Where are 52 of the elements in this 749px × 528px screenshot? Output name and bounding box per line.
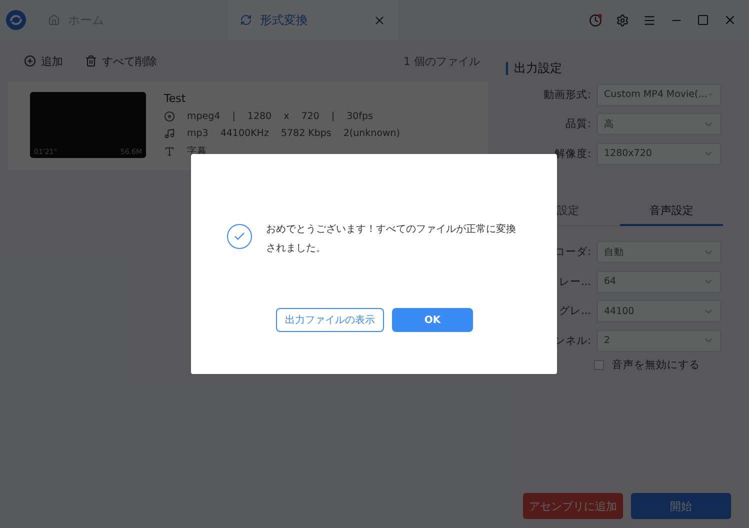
section-title: 出力設定 [514,60,562,76]
audio-info: 44100KHz [220,128,269,139]
audio-info: 5782 Kbps [280,128,332,139]
select-field[interactable]: 44100 [597,300,721,322]
select-field[interactable]: 自動 [597,241,721,264]
audio-info: 2(unknown) [343,128,400,139]
audio-info: mp3 [187,128,208,139]
ok-button[interactable]: OK [392,308,473,332]
delete-all-button[interactable]: すべて削除 [85,54,157,68]
field-label: 品質: [565,117,591,132]
music-icon [164,128,175,139]
add-button[interactable]: 追加 [24,54,63,68]
clock-icon[interactable] [589,14,602,26]
app-logo [6,10,26,30]
settings-icon[interactable] [616,14,629,26]
video-info: 1280 [247,111,272,122]
checkbox-label: 音声を無効にする [612,358,700,372]
add-to-assembly-button[interactable]: アセンブリに追加 [523,493,623,519]
video-info: 30fps [346,111,373,122]
checkbox[interactable] [594,360,604,370]
trash-icon [85,55,97,67]
dialog-message: おめでとうございます！すべてのファイルが正常に変換されました。 [266,222,517,256]
close-icon[interactable] [373,14,386,26]
field-label: レー... [558,274,591,289]
show-output-button[interactable]: 出力ファイルの表示 [276,308,384,332]
select-field[interactable]: 高 [597,113,721,136]
select-field[interactable]: 64 [597,270,721,293]
file-name: Test [164,92,187,105]
home-icon [48,14,60,26]
plus-icon [24,55,36,67]
disc-icon [164,111,175,122]
video-info: | [331,111,335,122]
close-icon[interactable] [723,13,737,27]
field-label: グレ... [558,304,591,318]
subtitle-label: 字幕 [187,145,207,158]
maximize-icon[interactable] [697,14,709,26]
field-label: 動画形式: [543,88,591,102]
video-info: 720 [301,111,320,122]
tab[interactable]: 形式変換 [228,0,398,40]
select-field[interactable]: 1280x720 [597,142,721,165]
file-count: 1 個のファイル [404,54,481,68]
check-icon [227,224,252,249]
video-info: | [232,111,236,122]
settings-tab[interactable]: 音声設定 [620,194,723,226]
start-button[interactable]: 開始 [631,493,731,519]
subtitle-icon [164,146,175,157]
select-field[interactable]: 2 [597,330,721,352]
select-field[interactable]: Custom MP4 Movie(... [597,84,721,106]
refresh-icon [240,14,252,26]
video-info: mpeg4 [187,111,220,122]
menu-icon[interactable] [643,14,656,26]
video-info: x [284,111,290,122]
